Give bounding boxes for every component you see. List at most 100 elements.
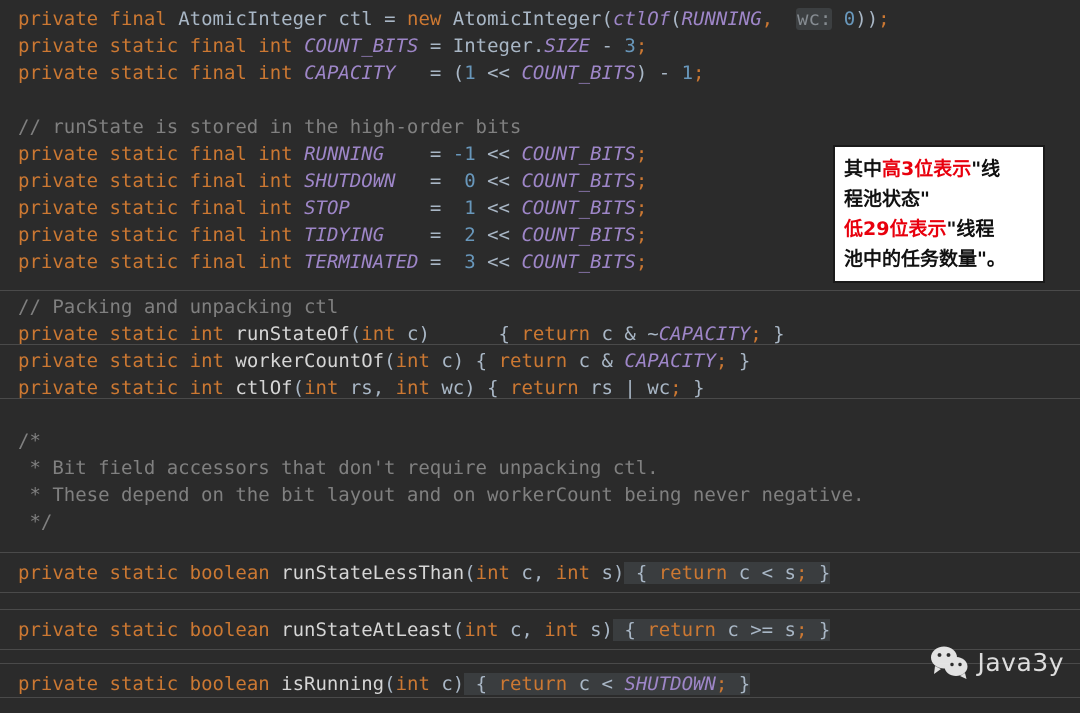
code-token: boolean: [189, 673, 270, 695]
code-token: }: [681, 377, 705, 399]
code-token: <<: [475, 143, 522, 165]
code-token: }: [727, 350, 751, 372]
line-capacity[interactable]: private static final int CAPACITY = (1 <…: [18, 60, 705, 87]
code-token: int: [258, 35, 293, 57]
line-blockcomment-close[interactable]: */: [18, 509, 52, 536]
code-token: static: [109, 673, 179, 695]
line-runstateatleast[interactable]: private static boolean runStateAtLeast(i…: [18, 617, 831, 644]
line-comment-runstate[interactable]: // runState is stored in the high-order …: [18, 114, 521, 141]
code-token: ctlOf: [235, 377, 293, 399]
line-ctl-field[interactable]: private final AtomicInteger ctl = new At…: [18, 6, 890, 33]
line-workercountof[interactable]: private static int workerCountOf(int c) …: [18, 348, 750, 375]
code-token: int: [395, 673, 430, 695]
line-running[interactable]: private static final int RUNNING = -1 <<…: [18, 141, 647, 168]
method-separator: [0, 649, 1080, 650]
code-token: COUNT_BITS: [521, 62, 636, 84]
code-token: RUNNING: [681, 8, 762, 30]
code-token: static: [109, 35, 179, 57]
line-ctlof[interactable]: private static int ctlOf(int rs, int wc)…: [18, 375, 705, 402]
code-token: -: [590, 35, 625, 57]
line-runstateof[interactable]: private static int runStateOf(int c) { r…: [18, 321, 785, 348]
code-token: int: [258, 251, 293, 273]
line-terminated[interactable]: private static final int TERMINATED = 3 …: [18, 249, 647, 276]
code-token: int: [464, 619, 499, 641]
code-token: COUNT_BITS: [521, 251, 636, 273]
line-count-bits[interactable]: private static final int COUNT_BITS = In…: [18, 33, 647, 60]
code-token: {: [464, 350, 499, 372]
code-token: static: [109, 251, 179, 273]
code-token: */: [18, 511, 53, 533]
code-token: =: [395, 170, 465, 192]
code-token: c < s: [727, 562, 796, 584]
code-token: private: [18, 8, 99, 30]
code-token: 3: [464, 251, 476, 273]
code-token: =: [418, 251, 465, 273]
code-token: static: [109, 62, 179, 84]
code-editor[interactable]: private final AtomicInteger ctl = new At…: [0, 0, 1080, 713]
code-token: = (: [395, 62, 465, 84]
code-token: int: [395, 377, 430, 399]
line-runstatelessthan[interactable]: private static boolean runStateLessThan(…: [18, 560, 831, 587]
code-token: final: [189, 35, 247, 57]
line-blockcomment-2[interactable]: * These depend on the bit layout and on …: [18, 482, 864, 509]
code-token: int: [258, 224, 293, 246]
code-token: // runState is stored in the high-order …: [18, 116, 522, 138]
code-token: return: [510, 377, 579, 399]
code-token: 1: [464, 62, 476, 84]
code-token: ctlOf: [612, 8, 671, 30]
code-token: COUNT_BITS: [521, 224, 636, 246]
code-token: ) -: [635, 62, 682, 84]
code-token: c &: [567, 350, 625, 372]
code-token: ;: [878, 8, 890, 30]
code-token: }: [727, 673, 751, 695]
code-token: int: [258, 170, 293, 192]
code-token: int: [189, 350, 224, 372]
code-token: int: [189, 377, 224, 399]
annotation-line-1: 其中高3位表示"线: [844, 154, 1034, 184]
line-stop[interactable]: private static final int STOP = 1 << COU…: [18, 195, 647, 222]
code-token: final: [109, 8, 167, 30]
code-token: int: [555, 562, 591, 584]
line-tidying[interactable]: private static final int TIDYING = 2 << …: [18, 222, 647, 249]
line-comment-packing[interactable]: // Packing and unpacking ctl: [18, 294, 338, 321]
code-token: static: [109, 197, 179, 219]
code-token: final: [189, 143, 247, 165]
line-blockcomment-open[interactable]: /*: [18, 428, 41, 455]
code-token: // Packing and unpacking ctl: [18, 296, 339, 318]
code-token: private: [18, 562, 99, 584]
code-token: )): [855, 8, 879, 30]
code-token: {: [612, 619, 648, 641]
code-token: c): [395, 323, 430, 345]
code-token: ,: [761, 8, 774, 30]
code-token: int: [544, 619, 579, 641]
code-token: CAPACITY: [658, 323, 751, 345]
code-token: /*: [18, 430, 41, 452]
code-token: TERMINATED: [304, 251, 419, 273]
line-shutdown[interactable]: private static final int SHUTDOWN = 0 <<…: [18, 168, 647, 195]
code-token: rs,: [338, 377, 396, 399]
line-blockcomment-1[interactable]: * Bit field accessors that don't require…: [18, 455, 658, 482]
code-token: static: [109, 323, 179, 345]
code-token: int: [189, 323, 224, 345]
code-token: <<: [475, 197, 522, 219]
line-isrunning[interactable]: private static boolean isRunning(int c) …: [18, 671, 751, 698]
